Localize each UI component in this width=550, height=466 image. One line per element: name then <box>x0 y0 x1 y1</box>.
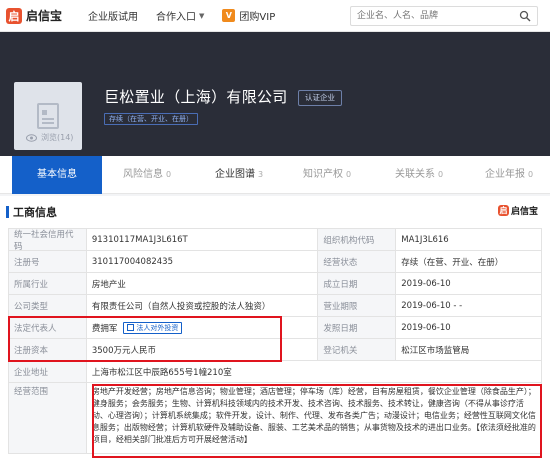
tab-label: 风险信息 <box>122 169 163 180</box>
view-count: 浏览(14) <box>26 132 73 143</box>
tab-label: 企业图谱 <box>214 169 255 180</box>
building-icon <box>37 103 59 129</box>
chevron-down-icon: ▼ <box>199 11 205 20</box>
invest-icon <box>127 324 135 331</box>
tab-basic-info[interactable]: 基本信息 <box>12 156 102 194</box>
address-value: 上海市松江区中辰路655号1幢210室 <box>87 361 542 382</box>
site-logo[interactable]: 启 启信宝 <box>6 7 62 24</box>
logo-mark: 启 <box>6 7 22 24</box>
legal-rep-label: 法定代表人 <box>9 317 87 338</box>
capital-label: 注册资本 <box>9 339 87 360</box>
status-badge: 存续（在营、开业、在册） <box>104 113 198 125</box>
term-value: 2019-06-10 - - <box>396 295 542 316</box>
foreign-invest-label: 法人对外投资 <box>136 323 179 332</box>
table-row: 统一社会信用代码 91310117MA1J3L616T 组织机构代码 MA1J3… <box>9 229 542 252</box>
nav-group-vip[interactable]: V 团购VIP <box>222 8 275 23</box>
nav-cooperation[interactable]: 合作入口 ▼ <box>156 8 205 24</box>
brand-text: 启信宝 <box>510 207 538 217</box>
table-row: 注册号 310117004082435 经营状态 存续（在营、开业、在册） <box>9 251 542 273</box>
issue-date-label: 发照日期 <box>318 317 397 338</box>
brand-logo-icon: 启 <box>497 205 509 216</box>
section-accent-bar <box>6 206 9 218</box>
table-row: 企业地址 上海市松江区中辰路655号1幢210室 <box>9 361 542 383</box>
brand-watermark: 启 启信宝 <box>497 204 538 217</box>
est-date-label: 成立日期 <box>318 273 397 294</box>
search-box <box>350 6 538 26</box>
scope-value: 房地产开发经营；房地产信息咨询；物业管理；酒店管理；停车场（库）经营，自有房屋租… <box>87 383 542 453</box>
table-row: 法定代表人 费拥军 法人对外投资 发照日期 2019-06-10 <box>9 317 542 339</box>
nav-group-vip-label: 团购VIP <box>239 12 276 23</box>
tab-count: 3 <box>257 170 264 179</box>
nav-enterprise-trial[interactable]: 企业版试用 <box>88 8 138 23</box>
foreign-invest-button[interactable]: 法人对外投资 <box>123 321 183 334</box>
est-date-value: 2019-06-10 <box>396 273 542 294</box>
tab-annual-report[interactable]: 企业年报 0 <box>470 156 548 194</box>
industry-value: 房地产业 <box>87 273 319 294</box>
eye-icon <box>26 133 37 142</box>
authority-label: 登记机关 <box>318 339 397 360</box>
search-icon[interactable] <box>519 10 531 25</box>
issue-date-value: 2019-06-10 <box>396 317 542 338</box>
type-label: 公司类型 <box>9 295 87 316</box>
tab-count: 0 <box>345 170 352 179</box>
view-count-label: 浏览(14) <box>41 133 74 142</box>
vip-icon: V <box>222 9 236 22</box>
legal-rep-cell: 费拥军 法人对外投资 <box>87 317 319 338</box>
org-code-label: 组织机构代码 <box>318 229 397 250</box>
table-row: 经营范围 房地产开发经营；房地产信息咨询；物业管理；酒店管理；停车场（库）经营，… <box>9 383 542 454</box>
top-nav: 启 启信宝 企业版试用 合作入口 ▼ V 团购VIP <box>0 0 550 32</box>
tab-label: 企业年报 <box>484 169 525 180</box>
nav-cooperation-label: 合作入口 <box>156 12 197 23</box>
business-info-card: 工商信息 启 启信宝 统一社会信用代码 91310117MA1J3L616T 组… <box>0 196 550 466</box>
tab-label: 关联关系 <box>394 169 435 180</box>
credit-code-value: 91310117MA1J3L616T <box>87 229 319 250</box>
capital-value: 3500万元人民币 <box>87 339 319 360</box>
tab-company-graph[interactable]: 企业图谱 3 <box>200 156 278 194</box>
scope-label: 经营范围 <box>9 383 87 453</box>
credit-code-label: 统一社会信用代码 <box>9 229 87 252</box>
company-name: 巨松置业（上海）有限公司 <box>104 88 288 106</box>
type-value: 有限责任公司（自然人投资或控股的法人独资） <box>87 295 319 316</box>
logo-text: 启信宝 <box>26 9 63 23</box>
tab-risk-info[interactable]: 风险信息 0 <box>108 156 186 194</box>
org-code-value: MA1J3L616 <box>396 229 542 250</box>
reg-no-value: 310117004082435 <box>87 251 319 272</box>
legal-rep-value[interactable]: 费拥军 <box>92 322 118 334</box>
search-input[interactable] <box>357 8 517 24</box>
tab-ip[interactable]: 知识产权 0 <box>288 156 366 194</box>
section-title: 工商信息 <box>13 206 57 219</box>
table-row: 注册资本 3500万元人民币 登记机关 松江区市场监管局 <box>9 339 542 361</box>
tab-relations[interactable]: 关联关系 0 <box>380 156 458 194</box>
table-row: 公司类型 有限责任公司（自然人投资或控股的法人独资） 营业期限 2019-06-… <box>9 295 542 317</box>
company-header: 巨松置业（上海）有限公司 认证企业 存续（在营、开业、在册） 浏览(14) <box>0 32 550 156</box>
status-label: 经营状态 <box>318 251 397 272</box>
term-label: 营业期限 <box>318 295 397 316</box>
tab-count: 0 <box>527 170 534 179</box>
tab-label: 知识产权 <box>302 169 343 180</box>
tab-bar: 基本信息 风险信息 0 企业图谱 3 知识产权 0 关联关系 0 企业年报 0 <box>0 156 550 194</box>
verify-button[interactable]: 认证企业 <box>298 90 342 106</box>
tab-count: 0 <box>165 170 172 179</box>
authority-value: 松江区市场监管局 <box>396 339 542 360</box>
industry-label: 所属行业 <box>9 273 87 294</box>
tab-label: 基本信息 <box>37 169 77 180</box>
status-value: 存续（在营、开业、在册） <box>396 251 542 272</box>
reg-no-label: 注册号 <box>9 251 87 272</box>
address-label: 企业地址 <box>9 361 87 382</box>
table-row: 所属行业 房地产业 成立日期 2019-06-10 <box>9 273 542 295</box>
tab-count: 0 <box>437 170 444 179</box>
info-table: 统一社会信用代码 91310117MA1J3L616T 组织机构代码 MA1J3… <box>8 228 542 454</box>
